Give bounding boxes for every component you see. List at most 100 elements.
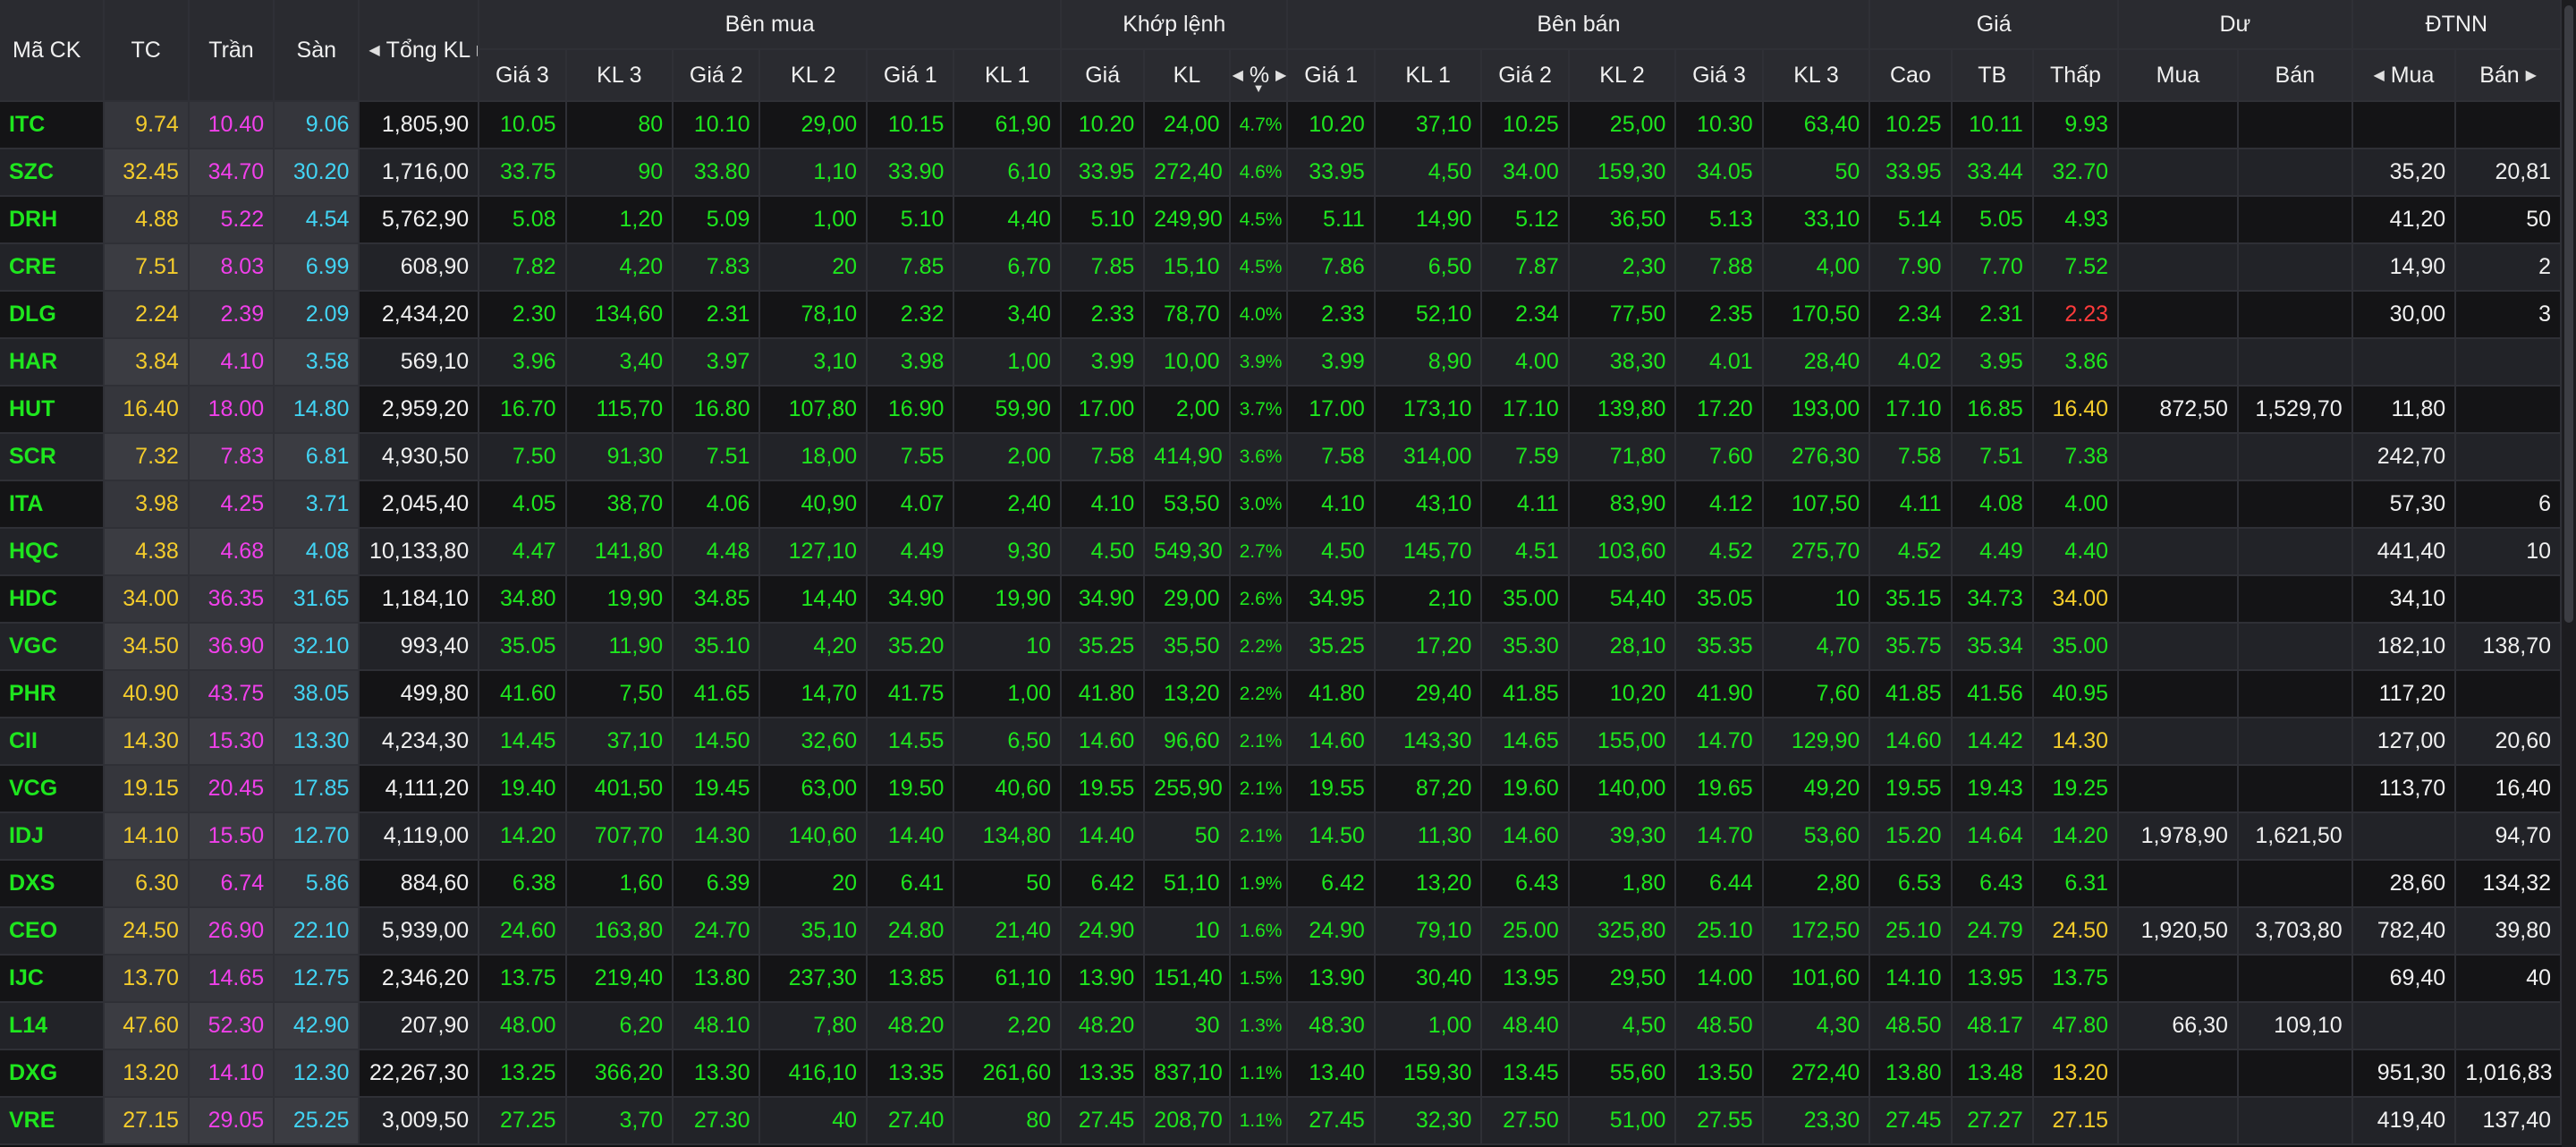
table-row[interactable]: CEO 24.50 26.90 22.10 5,939,00 24.60 163,80 24.… — [0, 907, 2562, 956]
col-header-sell-price-3[interactable]: Giá 3 — [1675, 49, 1764, 102]
table-row[interactable]: HDC 34.00 36.35 31.65 1,184,10 34.80 19,90 34.8… — [0, 575, 2562, 624]
table-row[interactable]: VGC 34.50 36.90 32.10 993,40 35.05 11,90 35.10 4… — [0, 623, 2562, 671]
cell-s1p: 35.25 — [1287, 623, 1376, 671]
col-header-buy-price-3[interactable]: Giá 3 — [479, 49, 567, 102]
col-header-buy-vol-3[interactable]: KL 3 — [565, 49, 674, 102]
sort-descending-icon[interactable]: ▼ — [1253, 81, 1265, 95]
table-row[interactable]: SZC 32.45 34.70 30.20 1,716,00 33.75 90 33.80 1,… — [0, 149, 2562, 197]
col-header-sell-vol-2[interactable]: KL 2 — [1568, 49, 1677, 102]
table-row[interactable]: DXS 6.30 6.74 5.86 884,60 6.38 1,60 6.39 20 6.41 5… — [0, 860, 2562, 908]
cell-sym[interactable]: ITA — [0, 480, 105, 529]
cell-sym[interactable]: VRE — [0, 1097, 105, 1145]
cell-sym[interactable]: ITC — [0, 101, 105, 149]
cell-mv: 10,00 — [1144, 338, 1231, 387]
cell-b2p: 4.06 — [673, 480, 761, 529]
table-row[interactable]: HAR 3.84 4.10 3.58 569,10 3.96 3,40 3.97 3,10 3.9… — [0, 338, 2562, 387]
cell-san: 4.54 — [274, 196, 360, 244]
table-row[interactable]: IJC 13.70 14.65 12.75 2,346,20 13.75 219,40 13.… — [0, 955, 2562, 1003]
col-header-sell-price-1[interactable]: Giá 1 — [1287, 49, 1376, 102]
cell-s2v: 103,60 — [1568, 528, 1677, 576]
cell-sym[interactable]: CII — [0, 718, 105, 766]
col-header-foreign-buy[interactable]: ◀ Mua — [2351, 49, 2457, 102]
cell-tran: 4.68 — [188, 528, 275, 576]
col-header-match-price[interactable]: Giá — [1061, 49, 1146, 102]
table-row[interactable]: L14 47.60 52.30 42.90 207,90 48.00 6,20 48.10 7,… — [0, 1002, 2562, 1050]
col-header-buy-vol-1[interactable]: KL 1 — [953, 49, 1063, 102]
cell-sym[interactable]: DLG — [0, 291, 105, 339]
table-row[interactable]: SCR 7.32 7.83 6.81 4,930,50 7.50 91,30 7.51 18,0… — [0, 433, 2562, 481]
cell-sym[interactable]: IDJ — [0, 812, 105, 861]
cell-pct: 2.1% — [1229, 765, 1289, 813]
col-header-tong-kl[interactable]: ◀ Tổng KL ▶ — [359, 0, 480, 102]
cell-sym[interactable]: DRH — [0, 196, 105, 244]
col-header-match-vol[interactable]: KL — [1144, 49, 1231, 102]
col-header-residual-sell[interactable]: Bán — [2237, 49, 2353, 102]
table-row[interactable]: CRE 7.51 8.03 6.99 608,90 7.82 4,20 7.83 20 7.85 6… — [0, 243, 2562, 292]
scrollbar-thumb[interactable] — [2564, 5, 2573, 623]
cell-sym[interactable]: HAR — [0, 338, 105, 387]
cell-b3p: 4.47 — [479, 528, 567, 576]
table-row[interactable]: DLG 2.24 2.39 2.09 2,434,20 2.30 134,60 2.31 78,… — [0, 291, 2562, 339]
col-header-residual-buy[interactable]: Mua — [2118, 49, 2239, 102]
arrow-left-icon[interactable]: ◀ — [2373, 66, 2384, 84]
arrow-left-icon[interactable]: ◀ — [1233, 66, 1243, 84]
table-row[interactable]: VRE 27.15 29.05 25.25 3,009,50 27.25 3,70 27.30… — [0, 1097, 2562, 1145]
cell-sym[interactable]: SZC — [0, 149, 105, 197]
col-header-stock[interactable]: Mã CK — [0, 0, 105, 102]
table-row[interactable]: ITC 9.74 10.40 9.06 1,805,90 10.05 80 10.10 29,0… — [0, 101, 2562, 149]
col-header-san[interactable]: Sàn — [274, 0, 360, 102]
arrow-left-icon[interactable]: ◀ — [369, 41, 379, 59]
col-header-tc[interactable]: TC — [103, 0, 190, 102]
cell-sym[interactable]: VGC — [0, 623, 105, 671]
cell-sym[interactable]: PHR — [0, 670, 105, 718]
table-row[interactable]: ITA 3.98 4.25 3.71 2,045,40 4.05 38,70 4.06 40,9… — [0, 480, 2562, 529]
vertical-scrollbar[interactable] — [2562, 0, 2576, 1147]
col-header-buy-price-1[interactable]: Giá 1 — [867, 49, 955, 102]
cell-s3p: 4.01 — [1675, 338, 1764, 387]
col-header-sell-vol-3[interactable]: KL 3 — [1762, 49, 1871, 102]
table-row[interactable]: DXG 13.20 14.10 12.30 22,267,30 13.25 366,20 13… — [0, 1049, 2562, 1098]
table-row[interactable]: HUT 16.40 18.00 14.80 2,959,20 16.70 115,70 16.… — [0, 386, 2562, 434]
arrow-right-icon[interactable]: ▶ — [1275, 66, 1285, 84]
cell-sym[interactable]: DXG — [0, 1049, 105, 1098]
col-header-buy-price-2[interactable]: Giá 2 — [673, 49, 761, 102]
cell-tran: 36.90 — [188, 623, 275, 671]
cell-sym[interactable]: HUT — [0, 386, 105, 434]
cell-dumua — [2118, 528, 2239, 576]
cell-sym[interactable]: HQC — [0, 528, 105, 576]
col-header-low[interactable]: Thấp — [2032, 49, 2120, 102]
cell-sym[interactable]: IJC — [0, 955, 105, 1003]
cell-s3v: 107,50 — [1762, 480, 1871, 529]
table-row[interactable]: VCG 19.15 20.45 17.85 4,111,20 19.40 401,50 19.… — [0, 765, 2562, 813]
col-header-buy-vol-2[interactable]: KL 2 — [759, 49, 869, 102]
cell-b3v: 80 — [565, 101, 674, 149]
cell-sym[interactable]: L14 — [0, 1002, 105, 1050]
cell-dumua — [2118, 718, 2239, 766]
col-header-foreign-sell[interactable]: Bán ▶ — [2455, 49, 2562, 102]
table-row[interactable]: HQC 4.38 4.68 4.08 10,133,80 4.47 141,80 4.48 12… — [0, 528, 2562, 576]
cell-b3v: 141,80 — [565, 528, 674, 576]
cell-sym[interactable]: VCG — [0, 765, 105, 813]
cell-sym[interactable]: SCR — [0, 433, 105, 481]
col-header-match-pct[interactable]: ◀ % ▶ ▼ — [1229, 49, 1289, 102]
table-row[interactable]: DRH 4.88 5.22 4.54 5,762,90 5.08 1,20 5.09 1,00 5… — [0, 196, 2562, 244]
table-row[interactable]: CII 14.30 15.30 13.30 4,234,30 14.45 37,10 14.5… — [0, 718, 2562, 766]
cell-sym[interactable]: HDC — [0, 575, 105, 624]
cell-sym[interactable]: CRE — [0, 243, 105, 292]
cell-s1p: 27.45 — [1287, 1097, 1376, 1145]
arrow-right-icon[interactable]: ▶ — [2526, 66, 2537, 84]
cell-b2v: 140,60 — [759, 812, 869, 861]
col-header-avg[interactable]: TB — [1951, 49, 2034, 102]
cell-fban: 39,80 — [2455, 907, 2562, 956]
col-header-high[interactable]: Cao — [1869, 49, 1953, 102]
cell-sym[interactable]: DXS — [0, 860, 105, 908]
col-header-sell-vol-1[interactable]: KL 1 — [1374, 49, 1483, 102]
table-row[interactable]: PHR 40.90 43.75 38.05 499,80 41.60 7,50 41.65 14… — [0, 670, 2562, 718]
cell-cao: 7.58 — [1869, 433, 1953, 481]
table-row[interactable]: IDJ 14.10 15.50 12.70 4,119,00 14.20 707,70 14.… — [0, 812, 2562, 861]
cell-s1v: 17,20 — [1374, 623, 1483, 671]
cell-mp: 10.20 — [1061, 101, 1146, 149]
cell-sym[interactable]: CEO — [0, 907, 105, 956]
col-header-tran[interactable]: Trần — [188, 0, 275, 102]
col-header-sell-price-2[interactable]: Giá 2 — [1481, 49, 1570, 102]
